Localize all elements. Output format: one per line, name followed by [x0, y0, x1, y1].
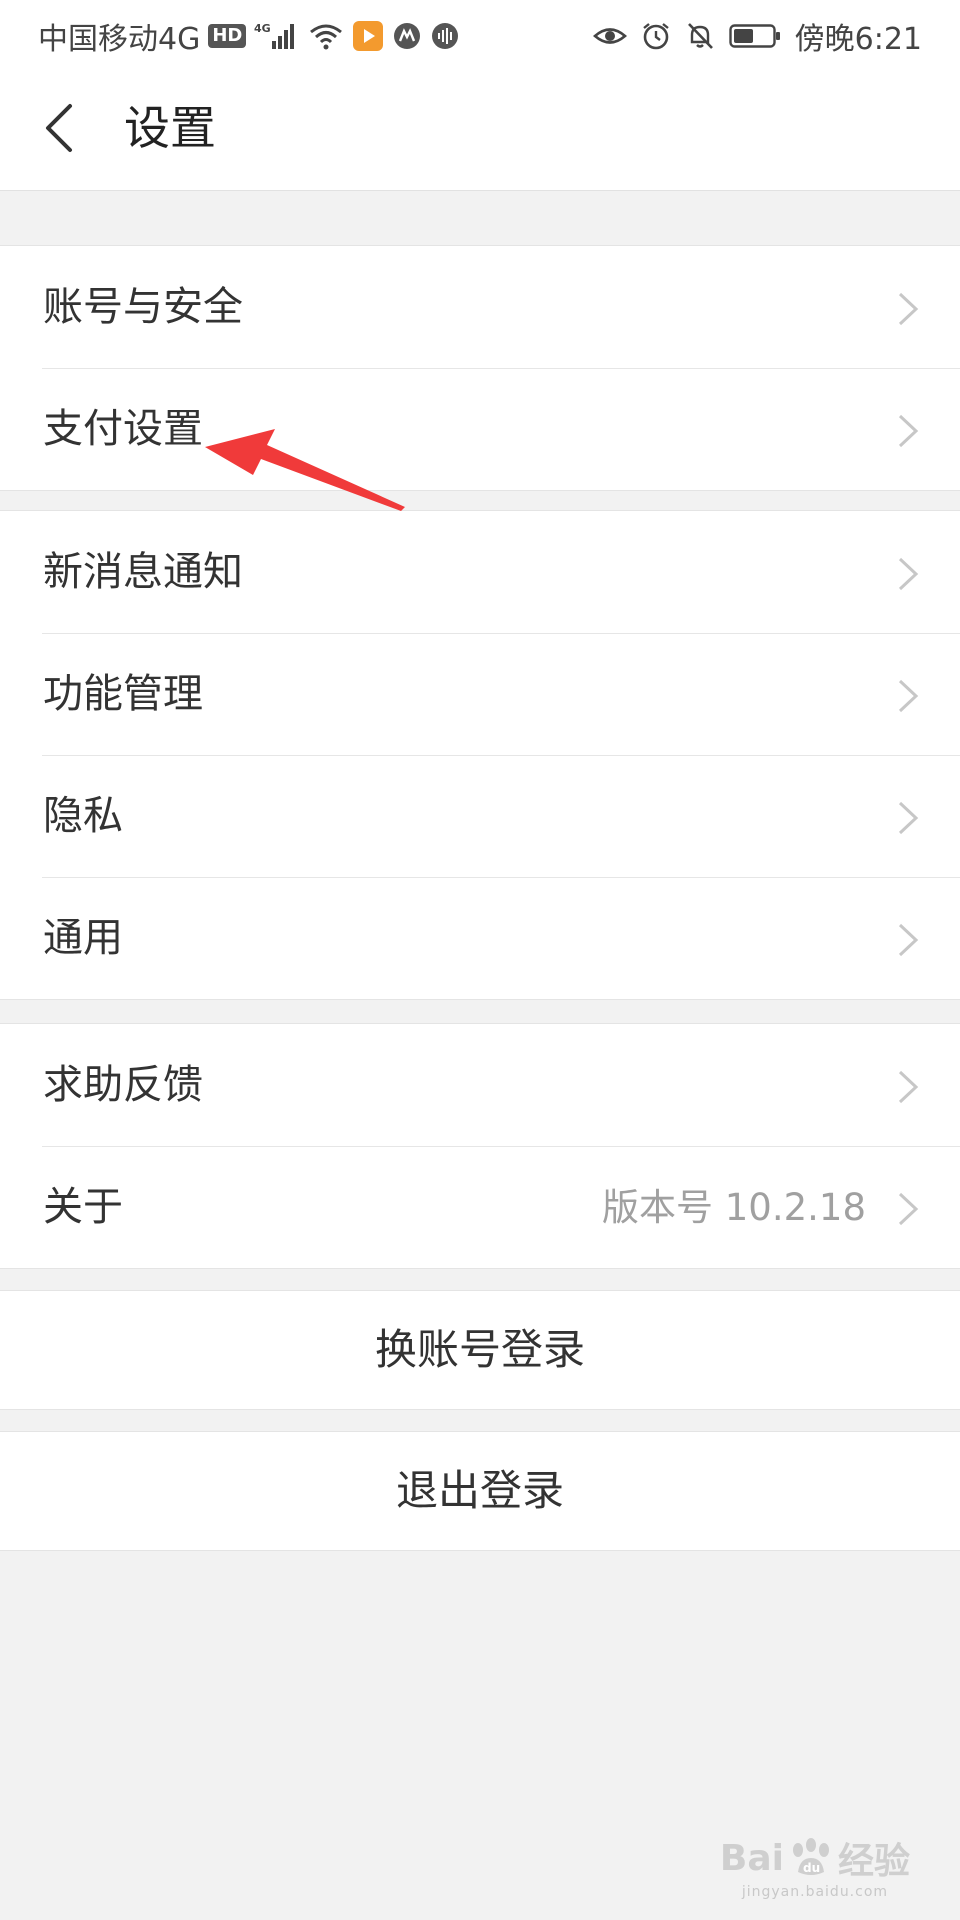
clock-time: 傍晚6:21	[794, 22, 922, 57]
settings-group-help: 求助反馈 关于 版本号 10.2.18	[0, 1023, 960, 1269]
watermark-url: jingyan.baidu.com	[741, 1884, 889, 1900]
hd-badge: HD	[208, 24, 247, 48]
mute-bell-icon	[685, 21, 715, 51]
paw-icon: du	[792, 1838, 829, 1875]
app-header: 设置	[0, 66, 960, 191]
switch-account-label: 换账号登录	[374, 1325, 585, 1374]
settings-item-feedback[interactable]: 求助反馈	[0, 1024, 960, 1146]
settings-item-label: 关于	[43, 1184, 123, 1230]
settings-item-general[interactable]: 通用	[0, 877, 960, 999]
app-notification-icon	[392, 21, 422, 51]
eye-icon	[592, 23, 627, 49]
carrier-label: 中国移动4G	[38, 22, 201, 57]
alarm-icon	[641, 21, 671, 51]
battery-icon	[728, 22, 781, 50]
audio-app-icon	[430, 21, 460, 51]
watermark-brand: Bai	[719, 1837, 784, 1879]
settings-item-label: 求助反馈	[43, 1062, 203, 1108]
logout-label: 退出登录	[395, 1466, 564, 1515]
logout-button[interactable]: 退出登录	[0, 1431, 960, 1551]
settings-item-features[interactable]: 功能管理	[0, 633, 960, 755]
status-left: 中国移动4G HD 4G	[38, 14, 460, 58]
chevron-right-icon	[898, 1192, 919, 1226]
settings-group-account: 账号与安全 支付设置	[0, 245, 960, 491]
signal-icon: 4G	[254, 21, 300, 51]
settings-item-notifications[interactable]: 新消息通知	[0, 511, 960, 633]
baidu-jingyan-watermark: Bai du 经验 jingyan.baidu.com	[720, 1832, 910, 1901]
chevron-left-icon	[46, 104, 72, 152]
svg-text:4G: 4G	[254, 22, 271, 35]
chevron-right-icon	[898, 292, 919, 326]
settings-group-general: 新消息通知 功能管理 隐私 通用	[0, 510, 960, 1000]
watermark-logo: Bai du 经验	[720, 1832, 910, 1884]
status-right: 傍晚6:21	[592, 14, 922, 58]
chevron-right-icon	[898, 414, 919, 448]
settings-item-privacy[interactable]: 隐私	[0, 755, 960, 877]
switch-account-button[interactable]: 换账号登录	[0, 1290, 960, 1410]
settings-item-label: 账号与安全	[43, 284, 243, 330]
page-title: 设置	[124, 101, 216, 155]
status-bar: 中国移动4G HD 4G 傍晚6:21	[0, 0, 960, 66]
settings-item-account-security[interactable]: 账号与安全	[0, 246, 960, 368]
chevron-right-icon	[898, 557, 919, 591]
settings-item-label: 隐私	[43, 793, 123, 839]
video-app-icon	[352, 20, 384, 52]
settings-item-about[interactable]: 关于 版本号 10.2.18	[0, 1146, 960, 1268]
settings-item-label: 通用	[43, 915, 123, 961]
settings-item-label: 支付设置	[43, 406, 203, 452]
back-button[interactable]	[32, 96, 92, 160]
svg-text:du: du	[803, 1861, 820, 1875]
chevron-right-icon	[898, 1070, 919, 1104]
chevron-right-icon	[898, 679, 919, 713]
wifi-icon	[308, 21, 344, 51]
chevron-right-icon	[898, 801, 919, 835]
settings-item-payment[interactable]: 支付设置	[0, 368, 960, 490]
watermark-suffix: 经验	[837, 1841, 910, 1882]
settings-item-label: 功能管理	[43, 671, 203, 717]
chevron-right-icon	[898, 923, 919, 957]
settings-item-label: 新消息通知	[43, 549, 243, 595]
version-value: 版本号 10.2.18	[602, 1186, 866, 1229]
